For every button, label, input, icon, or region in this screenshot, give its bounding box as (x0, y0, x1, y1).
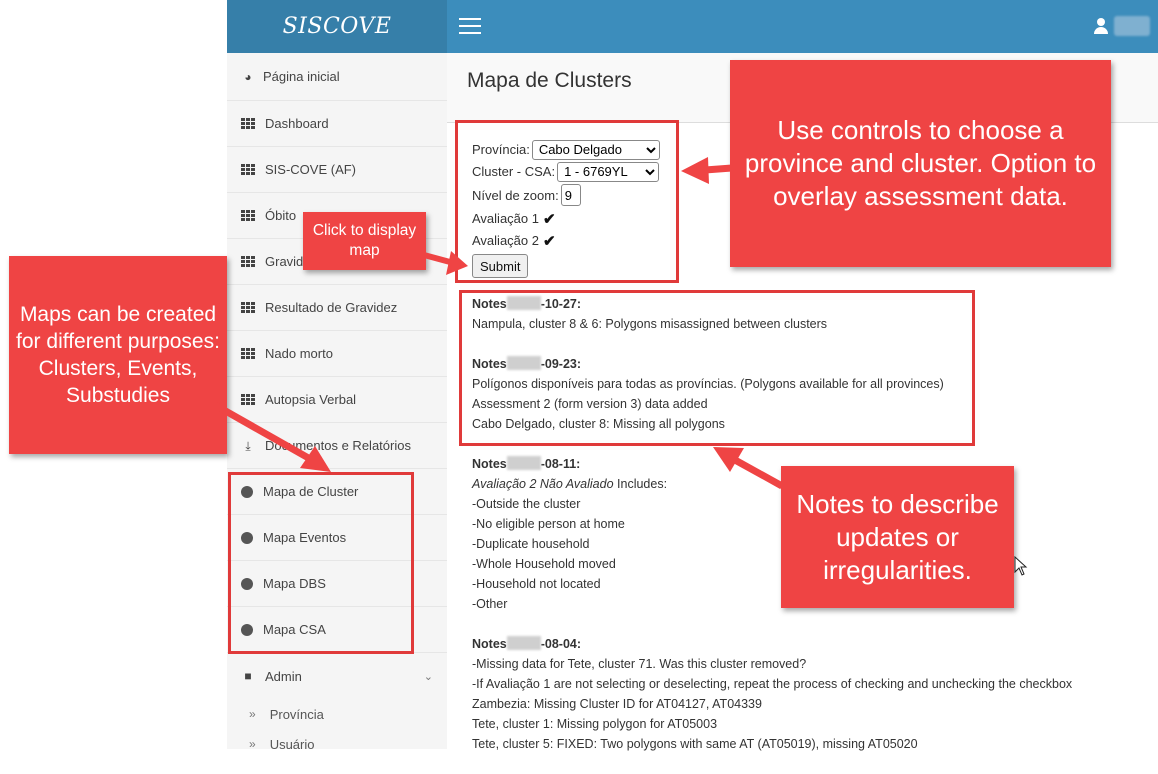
sidebar-subitem-provincia[interactable]: » Província (227, 699, 447, 729)
highlight-frame-map-menu (228, 472, 414, 654)
sidebar-item-label: Óbito (265, 208, 297, 223)
note-date: -08-11: (540, 457, 581, 471)
hamburger-menu-icon[interactable] (459, 18, 481, 34)
chevron-down-icon[interactable]: ⌄ (424, 670, 433, 683)
callout-notes-text: Notes to describe updates or irregularit… (796, 488, 999, 585)
user-menu[interactable] (1094, 16, 1150, 36)
brand-logo[interactable]: SISCOVE (227, 0, 447, 53)
sidebar-item-sis-cove[interactable]: SIS-COVE (AF) (227, 147, 447, 193)
sidebar-subitem-usuario[interactable]: » Usuário (227, 729, 447, 759)
sidebar-item-dashboard[interactable]: Dashboard (227, 101, 447, 147)
note-includes: Includes: (613, 477, 668, 491)
double-chevron-right-icon: » (249, 707, 256, 721)
sidebar-item-label: Nado morto (265, 346, 333, 361)
highlight-frame-form (455, 120, 679, 283)
callout-click: Click to display map (303, 212, 426, 270)
sidebar-item-label: Admin (265, 668, 302, 684)
dashboard-gauge-icon: ◕ (244, 69, 252, 84)
grid-icon (241, 347, 255, 360)
sidebar-item-admin[interactable]: ■ Admin ⌄ (227, 653, 447, 699)
redacted-year (506, 456, 541, 470)
sidebar-item-label: Página inicial (263, 69, 340, 84)
user-name-redacted (1114, 16, 1150, 36)
sidebar-item-resultado-gravidez[interactable]: Resultado de Gravidez (227, 285, 447, 331)
sidebar-subitem-label: Usuário (269, 736, 315, 752)
grid-icon (241, 393, 255, 406)
grid-icon (241, 209, 255, 222)
grid-icon (241, 163, 255, 176)
mouse-cursor-icon (1014, 556, 1028, 576)
callout-click-text: Click to display map (312, 222, 417, 259)
note-italic: Avaliação 2 Não Avaliado (472, 477, 614, 491)
top-navbar: SISCOVE (227, 0, 1158, 53)
note-date: -08-04: (540, 637, 582, 651)
note-line: Zambezia: Missing Cluster ID for AT04127… (472, 697, 762, 711)
sidebar-item-label: SIS-COVE (AF) (265, 162, 357, 177)
sidebar-subitem-label: Província (269, 706, 324, 722)
sidebar-item-pagina-inicial[interactable]: ◕ Página inicial (227, 53, 447, 101)
note-block: Notes -08-04: -Missing data for Tete, clu… (472, 634, 1152, 754)
grid-icon (241, 117, 255, 130)
user-icon (1094, 18, 1108, 34)
note-prefix: Notes (472, 457, 507, 471)
callout-notes: Notes to describe updates or irregularit… (781, 466, 1014, 608)
highlight-frame-notes (459, 290, 975, 446)
note-prefix: Notes (472, 637, 507, 651)
callout-controls: Use controls to choose a province and cl… (730, 60, 1111, 267)
sidebar-item-nado-morto[interactable]: Nado morto (227, 331, 447, 377)
grid-icon (241, 301, 255, 314)
callout-maps: Maps can be created for different purpos… (9, 256, 227, 454)
page-title: Mapa de Clusters (467, 69, 632, 92)
note-line: -Missing data for Tete, cluster 71. Was … (472, 657, 807, 671)
download-icon: ⤓ (245, 438, 251, 453)
folder-icon: ■ (244, 669, 252, 683)
note-line: Tete, cluster 1: Missing polygon for AT0… (472, 717, 718, 731)
note-line: -If Avaliação 1 are not selecting or des… (472, 677, 1073, 691)
callout-controls-text: Use controls to choose a province and cl… (744, 115, 1097, 211)
sidebar-item-label: Resultado de Gravidez (265, 300, 398, 315)
sidebar-item-label: Documentos e Relatórios (265, 438, 411, 453)
sidebar-item-documentos[interactable]: ⤓ Documentos e Relatórios (227, 423, 447, 469)
sidebar-item-label: Autopsia Verbal (265, 392, 357, 407)
sidebar-item-autopsia-verbal[interactable]: Autopsia Verbal (227, 377, 447, 423)
sidebar-item-label: Dashboard (265, 116, 329, 131)
note-line: Tete, cluster 5: FIXED: Two polygons wit… (472, 737, 918, 751)
grid-icon (241, 255, 255, 268)
callout-maps-text: Maps can be created for different purpos… (16, 303, 220, 407)
redacted-year (506, 636, 541, 650)
